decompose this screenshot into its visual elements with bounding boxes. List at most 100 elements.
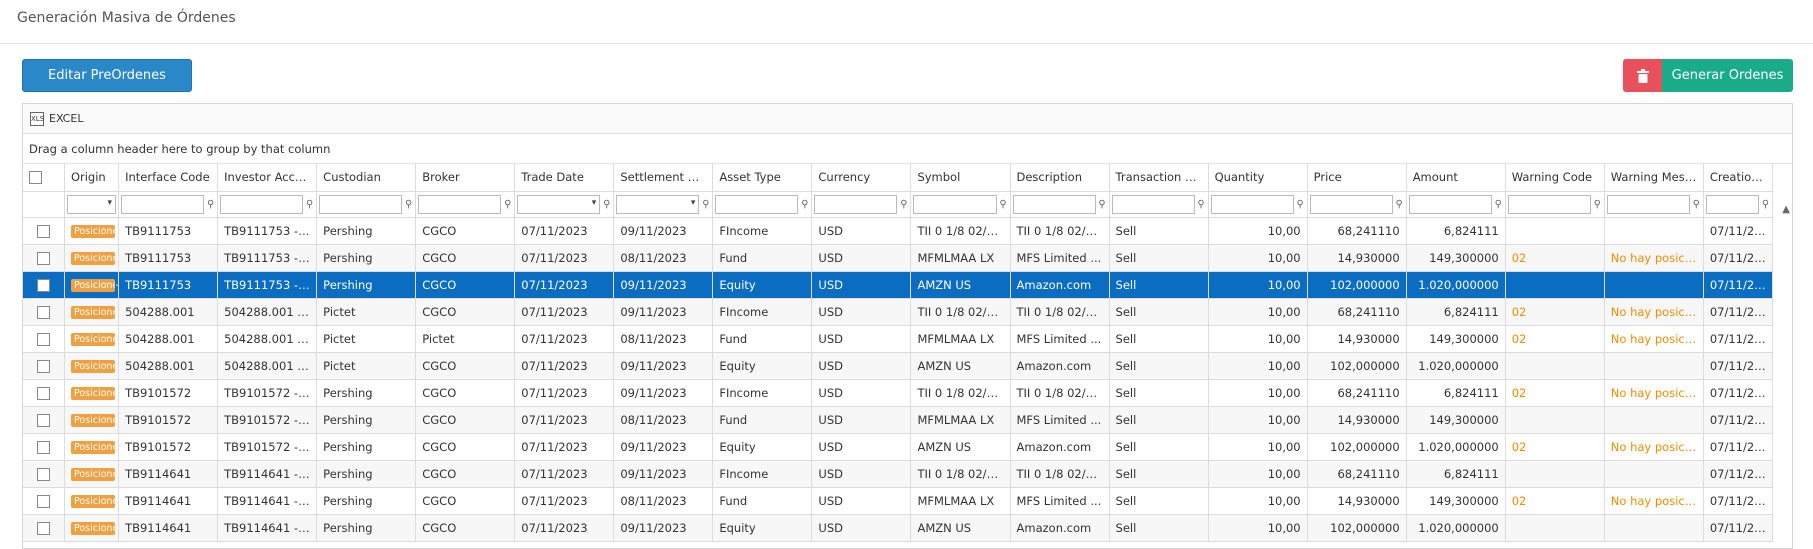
column-header[interactable]: Description [1010, 164, 1110, 192]
filter-input[interactable] [1408, 194, 1492, 214]
row-checkbox-cell[interactable] [23, 379, 65, 407]
delete-button[interactable] [1623, 59, 1662, 92]
filter-icon[interactable]: ⚲ [305, 199, 314, 210]
row-checkbox[interactable] [36, 305, 50, 319]
row-checkbox[interactable] [36, 224, 50, 238]
filter-icon[interactable]: ⚲ [1098, 199, 1107, 210]
filter-input[interactable] [418, 194, 502, 214]
column-header[interactable]: Investor Acco... [217, 164, 318, 192]
filter-icon[interactable]: ⚲ [1761, 199, 1770, 210]
row-checkbox[interactable] [36, 521, 50, 535]
row-checkbox[interactable] [36, 494, 50, 508]
row-checkbox[interactable] [36, 413, 50, 427]
scroll-up-icon[interactable]: ▲ [1782, 204, 1790, 215]
filter-input[interactable] [814, 194, 898, 214]
column-header[interactable]: Creation D [1703, 164, 1774, 192]
column-header[interactable]: Trade Date [514, 164, 615, 192]
filter-icon[interactable]: ⚲ [800, 199, 809, 210]
row-checkbox[interactable] [36, 467, 50, 481]
column-header[interactable]: Settlement Date [613, 164, 714, 192]
row-checkbox[interactable] [36, 359, 50, 373]
row-checkbox[interactable] [36, 332, 50, 346]
filter-icon[interactable]: ⚲ [701, 199, 710, 210]
filter-input[interactable] [319, 194, 403, 214]
column-header[interactable]: Custodian [316, 164, 417, 192]
filter-input[interactable] [1705, 194, 1759, 214]
filter-icon[interactable]: ⚲ [999, 199, 1008, 210]
row-checkbox[interactable] [36, 440, 50, 454]
filter-input[interactable] [1309, 194, 1393, 214]
filter-icon[interactable]: ⚲ [1494, 199, 1503, 210]
table-row[interactable]: Posicione 504288.001 504288.001 - U... Pict… [23, 298, 1774, 326]
column-header[interactable]: Broker [415, 164, 516, 192]
generate-orders-button[interactable]: Generar Ordenes [1662, 59, 1793, 92]
table-row[interactable]: Posicione TB9101572 TB9101572 - U... Pershi… [23, 406, 1774, 434]
row-checkbox-cell[interactable] [23, 406, 65, 434]
filter-icon[interactable]: ⚲ [1593, 199, 1602, 210]
table-row[interactable]: Posicione TB9114641 TB9114641 - U... Pershi… [23, 514, 1774, 542]
group-panel[interactable]: Drag a column header here to group by th… [23, 134, 1792, 164]
filter-dropdown[interactable] [616, 194, 700, 214]
row-checkbox-cell[interactable] [23, 217, 65, 245]
column-header[interactable]: Interface Code [118, 164, 219, 192]
table-row[interactable]: Posicione TB9111753 TB9111753 - U... Pershi… [23, 271, 1774, 299]
filter-dropdown[interactable] [66, 194, 117, 214]
filter-icon[interactable]: ⚲ [899, 199, 908, 210]
column-header[interactable]: Quantity [1208, 164, 1308, 192]
filter-icon[interactable]: ⚲ [503, 199, 512, 210]
edit-preorders-button[interactable]: Editar PreOrdenes [22, 59, 192, 92]
filter-icon[interactable]: ⚲ [1197, 199, 1206, 210]
row-checkbox-cell[interactable] [23, 460, 65, 488]
filter-input[interactable] [1012, 194, 1096, 214]
filter-icon[interactable]: ⚲ [1395, 199, 1404, 210]
table-row[interactable]: Posicione TB9101572 TB9101572 - U... Pershi… [23, 379, 1774, 407]
table-row[interactable]: Posicione TB9114641 TB9114641 - U... Pershi… [23, 487, 1774, 515]
filter-icon[interactable]: ⚲ [404, 199, 413, 210]
excel-icon[interactable]: XLS [30, 111, 44, 126]
row-checkbox-cell[interactable] [23, 487, 65, 515]
column-header[interactable]: Amount [1406, 164, 1506, 192]
row-checkbox-cell[interactable] [23, 271, 65, 299]
column-header[interactable]: Symbol [910, 164, 1011, 192]
table-row[interactable]: Posicione 504288.001 504288.001 - U... Pict… [23, 325, 1774, 353]
row-checkbox[interactable] [36, 386, 50, 400]
column-header[interactable]: Warning Code [1505, 164, 1605, 192]
excel-export-button[interactable]: EXCEL [49, 112, 83, 125]
filter-input[interactable] [1507, 194, 1591, 214]
row-checkbox-cell[interactable] [23, 433, 65, 461]
row-checkbox[interactable] [36, 251, 50, 265]
filter-icon[interactable]: ⚲ [206, 199, 215, 210]
table-row[interactable]: Posicione TB9111753 TB9111753 - U... Pershi… [23, 244, 1774, 272]
table-cell: Fund [712, 244, 813, 272]
column-header[interactable]: Asset Type [712, 164, 813, 192]
row-checkbox-cell[interactable] [23, 325, 65, 353]
filter-dropdown[interactable] [517, 194, 601, 214]
column-header[interactable]: Price [1307, 164, 1407, 192]
filter-input[interactable] [1210, 194, 1294, 214]
row-checkbox[interactable] [36, 278, 50, 292]
select-all-checkbox[interactable] [29, 171, 42, 185]
column-header[interactable]: Currency [811, 164, 912, 192]
column-header[interactable]: Warning Mess... [1604, 164, 1704, 192]
table-row[interactable]: Posicione TB9101572 TB9101572 - U... Pershi… [23, 433, 1774, 461]
filter-input[interactable] [220, 194, 304, 214]
row-checkbox-cell[interactable] [23, 298, 65, 326]
filter-input[interactable] [715, 194, 799, 214]
row-checkbox-cell[interactable] [23, 244, 65, 272]
row-checkbox-cell[interactable] [23, 352, 65, 380]
filter-icon[interactable]: ⚲ [602, 199, 611, 210]
filter-input[interactable] [913, 194, 997, 214]
table-cell: 68,241110 [1307, 379, 1407, 407]
table-row[interactable]: Posicione TB9111753 TB9111753 - U... Pershi… [23, 217, 1774, 245]
filter-icon[interactable]: ⚲ [1296, 199, 1305, 210]
table-row[interactable]: Posicione TB9114641 TB9114641 - U... Pershi… [23, 460, 1774, 488]
filter-input[interactable] [1111, 194, 1195, 214]
filter-input[interactable] [121, 194, 205, 214]
column-header[interactable]: Origin [64, 164, 120, 192]
filter-input[interactable] [1606, 194, 1690, 214]
row-checkbox-cell[interactable] [23, 514, 65, 542]
filter-icon[interactable]: ⚲ [1692, 199, 1701, 210]
column-header[interactable]: Transaction Ty... [1109, 164, 1209, 192]
select-all-checkbox-cell[interactable] [23, 164, 65, 192]
table-row[interactable]: Posicione 504288.001 504288.001 - U... Pict… [23, 352, 1774, 380]
